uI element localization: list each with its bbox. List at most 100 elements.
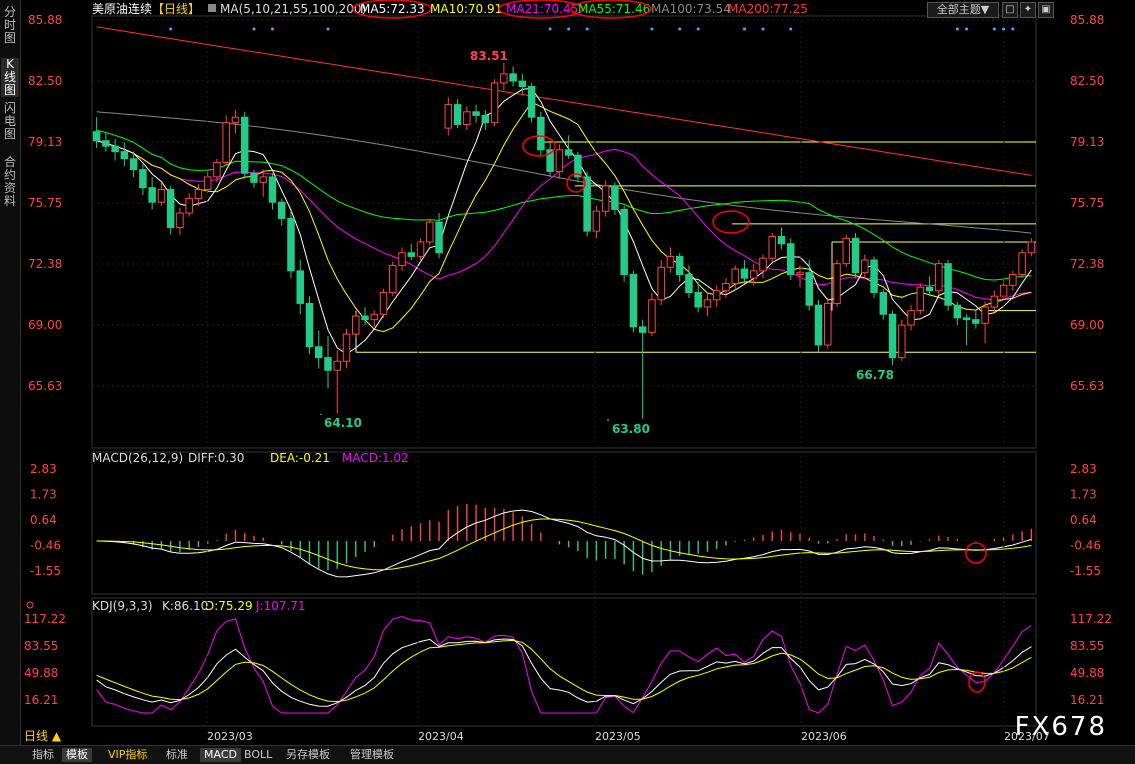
layout-button[interactable]: ▣: [1038, 2, 1054, 18]
macd-ytick-right: -0.46: [1070, 539, 1101, 553]
candle-body: [277, 201, 286, 219]
candle-body: [685, 273, 693, 294]
ma-params: MA(5,10,21,55,100,200): [220, 2, 366, 16]
period-tag[interactable]: 日线 ▲: [24, 728, 76, 744]
event-marker: [252, 27, 256, 31]
candle-body: [509, 73, 517, 82]
candle-body: [620, 208, 628, 275]
candle-body: [481, 114, 490, 124]
bottom-tab-1[interactable]: 模板: [62, 748, 92, 762]
main-ytick-left: 82.50: [28, 74, 62, 88]
settings-button[interactable]: ✦: [1020, 2, 1036, 18]
macd-ytick-right: 1.73: [1070, 488, 1097, 502]
watermark-logo: FX678: [1014, 712, 1107, 742]
event-marker: [548, 27, 552, 31]
dea-line: [96, 518, 1032, 571]
bottom-toolbar: 指标 模板 VIP指标 标准 MACD BOLL 另存模板 管理模板: [0, 745, 1135, 764]
event-marker: [789, 27, 793, 31]
ma55-line: [96, 129, 1032, 281]
bottom-tab-6[interactable]: 另存模板: [282, 748, 334, 762]
window-restore-button[interactable]: □: [1002, 2, 1018, 18]
candle-body: [740, 268, 749, 279]
main-ytick-right: 75.75: [1070, 196, 1104, 210]
candle-body: [518, 80, 527, 88]
kdj-ytick-left: 49.88: [24, 666, 58, 680]
candle-body: [703, 299, 712, 308]
candle-body: [666, 255, 675, 268]
candle-body: [268, 176, 277, 203]
candle-body: [842, 237, 851, 265]
candle-body: [352, 315, 360, 335]
kdj-d: D:75.29: [205, 599, 253, 613]
candle-body: [231, 116, 240, 124]
ma-value-0: MA5:72.33: [360, 2, 425, 16]
candle-body: [333, 360, 341, 371]
theme-dropdown[interactable]: 全部主题▼: [927, 2, 999, 18]
macd-diff: DIFF:0.30: [188, 451, 244, 465]
macd-panel-frame: [91, 451, 1037, 595]
event-marker: [696, 27, 700, 31]
event-marker: [650, 27, 654, 31]
ma-value-1: MA10:70.91: [430, 2, 502, 16]
candle-body: [370, 313, 379, 321]
kdj-ytick-left: 16.21: [24, 693, 58, 707]
main-ytick-left: 69.00: [28, 318, 62, 332]
kdj-ytick-right: 16.21: [1070, 693, 1104, 707]
candle-body: [324, 357, 332, 371]
kdj-settings-icon: [26, 601, 34, 609]
candle-body: [953, 304, 962, 319]
sidebar-tab-3[interactable]: 合 约 资 料: [1, 156, 19, 208]
candle-body: [139, 169, 147, 189]
macd-ytick-left: 1.73: [30, 488, 57, 502]
bottom-tab-3[interactable]: 标准: [162, 748, 192, 762]
candle-body: [657, 266, 665, 301]
chart-area[interactable]: 85.88 85.88 82.50 82.50 79.13 79.13 75.75 75.75…: [20, 0, 1135, 745]
candle-body: [111, 145, 119, 153]
ma-value-3: MA55:71.46: [578, 2, 650, 16]
bottom-tab-0[interactable]: 指标: [28, 748, 58, 762]
sidebar-tab-1[interactable]: K 线 图: [1, 58, 19, 97]
sidebar-tab-2[interactable]: 闪 电 图: [1, 102, 19, 141]
candle-body: [250, 172, 258, 183]
candle-body: [213, 161, 221, 178]
candle-body: [129, 158, 138, 171]
candle-body: [1027, 241, 1036, 254]
candle-body: [222, 122, 230, 163]
main-ytick-left: 79.13: [28, 135, 62, 149]
sidebar-tab-0[interactable]: 分 时 图: [1, 6, 19, 45]
j-line: [96, 615, 1032, 714]
event-marker: [992, 27, 996, 31]
candle-body: [814, 304, 823, 346]
main-ytick-left: 75.75: [28, 196, 62, 210]
bottom-tab-5[interactable]: BOLL: [240, 748, 276, 762]
event-marker: [742, 27, 746, 31]
annotation-low-1: 64.10: [324, 416, 362, 430]
candle-body: [675, 255, 684, 275]
candle-body: [287, 217, 295, 272]
ma-value-2: MA21:70.45: [506, 2, 578, 16]
x-axis-label: 2023/05: [595, 730, 641, 743]
bottom-tab-7[interactable]: 管理模板: [346, 748, 398, 762]
macd-ytick-left: 0.64: [30, 513, 57, 527]
candle-body: [435, 221, 443, 254]
candle-body: [805, 272, 813, 306]
candle-body: [361, 315, 369, 321]
event-marker: [678, 27, 682, 31]
candle-body: [972, 319, 980, 324]
candle-body: [398, 252, 406, 266]
macd-ytick-right: 2.83: [1070, 462, 1097, 476]
left-sidebar: 分 时 图 K 线 图闪 电 图合 约 资 料: [0, 0, 21, 745]
macd-ytick-left: -1.55: [30, 564, 61, 578]
macd-ytick-right: 0.64: [1070, 513, 1097, 527]
candle-body: [712, 290, 721, 301]
candle-body: [851, 237, 860, 274]
candle-body: [416, 241, 425, 257]
event-marker: [965, 27, 969, 31]
candle-body: [629, 273, 638, 328]
bottom-tab-2[interactable]: VIP指标: [104, 748, 151, 762]
candle-body: [176, 212, 184, 228]
event-marker: [761, 27, 765, 31]
bottom-tab-4[interactable]: MACD: [200, 748, 241, 762]
candle-body: [240, 116, 249, 174]
candle-body: [611, 185, 619, 210]
